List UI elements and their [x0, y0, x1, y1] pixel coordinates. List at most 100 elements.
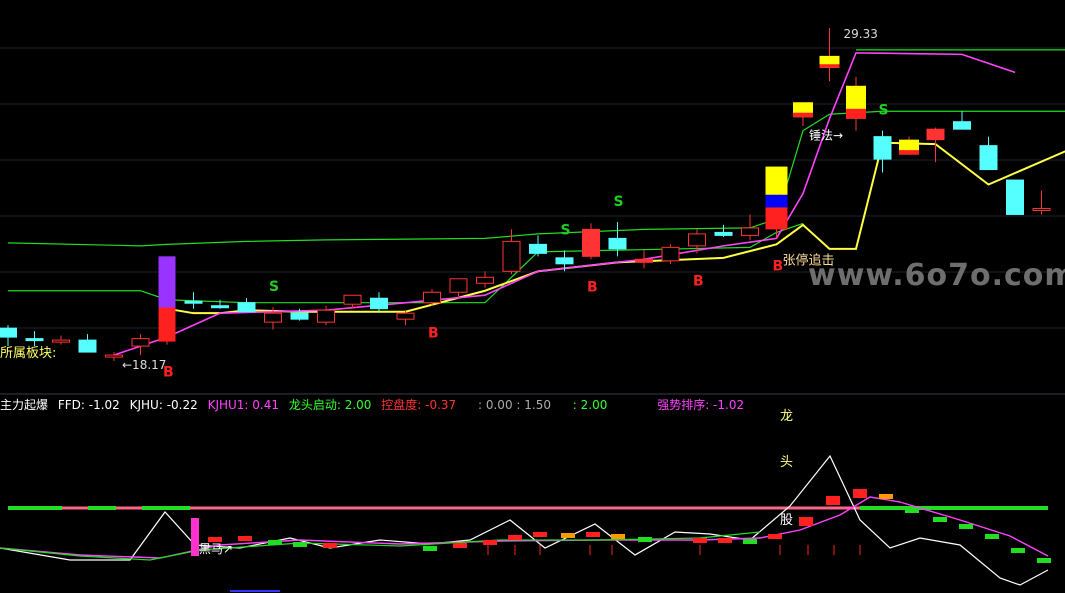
oscillator-bar [453, 543, 467, 548]
low-price-label: ←18.17 [122, 358, 166, 372]
oscillator-bar [268, 540, 282, 545]
oscillator-bar [1011, 548, 1025, 553]
sector-label: 所属板块: [0, 346, 57, 361]
candle-body [765, 194, 788, 208]
candle-body [926, 128, 945, 141]
oscillator-bar [905, 508, 919, 513]
oscillator-bar [853, 489, 867, 498]
candle-body [979, 145, 998, 171]
indicator-kjhu: KJHU: -0.22 [129, 398, 198, 412]
candle-body [819, 64, 840, 68]
candle-body [158, 307, 176, 342]
candle-body [25, 338, 44, 342]
oscillator-bar [293, 542, 307, 547]
candle-body [264, 312, 282, 323]
candle-body [765, 207, 788, 230]
oscillator-bar [799, 517, 813, 526]
oscillator-bar [508, 535, 522, 540]
oscillator-bar [586, 532, 600, 537]
oscillator-bar [826, 496, 840, 505]
indicator-qiangshi: 强势排序: -1.02 [657, 398, 745, 412]
oscillator-bar [638, 537, 652, 542]
candle-body [317, 309, 335, 323]
candle-body [529, 243, 547, 254]
oscillator-bar [611, 534, 625, 539]
chuifa-label: 锤法→ [809, 128, 843, 143]
longtou-char: 龙 [780, 409, 793, 424]
candle-body [502, 240, 521, 272]
heima-label: 黑马↗ [199, 542, 233, 556]
indicator-kjhu1: KJHU1: 0.41 [207, 398, 280, 412]
oscillator-bar [533, 532, 547, 537]
buy-marker: B [428, 326, 439, 342]
candle-body [1032, 207, 1051, 211]
level-line-upper [7, 110, 1065, 247]
oscillator-bar [985, 534, 999, 539]
oscillator-bar [423, 546, 437, 551]
oscillator-bar [743, 539, 757, 544]
candle-body [873, 136, 892, 160]
oscillator-bar [959, 524, 973, 529]
buy-marker: B [587, 279, 598, 295]
candle-body [184, 300, 203, 304]
oscillator-bar [561, 533, 575, 538]
oscillator-bar [693, 538, 707, 543]
longtou-char: 股 [780, 513, 793, 528]
candle-body [846, 108, 866, 119]
candle-body [555, 257, 574, 265]
candle-body [131, 338, 150, 347]
high-price-label: 29.33 [844, 27, 878, 41]
sell-marker: S [879, 103, 889, 119]
candle-body [661, 246, 680, 262]
sell-marker: S [269, 279, 279, 295]
oscillator-bar [933, 517, 947, 522]
candle-body [105, 354, 123, 358]
indicator-kongpan: 控盘度: -0.37 [381, 398, 457, 412]
candle-body [290, 312, 309, 320]
candle-body [608, 237, 627, 250]
candle-body [953, 121, 971, 130]
sell-marker: S [561, 222, 571, 238]
candle-body [714, 231, 733, 236]
candle-body [635, 258, 653, 263]
candle-body [0, 327, 17, 338]
candle-body [1006, 179, 1024, 215]
level-line-lower [8, 222, 804, 304]
candle-body [211, 305, 229, 309]
candle-body [237, 302, 256, 313]
candle-body [688, 233, 706, 247]
oscillator-bar [483, 540, 497, 545]
oscillator-bar [718, 538, 732, 543]
candle-body [741, 227, 759, 236]
candle-body [78, 339, 97, 353]
oscillator-white [0, 454, 1049, 586]
indicator-extra1: : 0.00 : 1.50 [478, 398, 551, 412]
longtou-char: 头 [780, 455, 793, 470]
oscillator-bar [1037, 558, 1051, 563]
candle-body [582, 228, 600, 257]
heima-bar [191, 518, 199, 556]
candle-body [449, 278, 468, 293]
candle-body [158, 256, 176, 308]
indicator-name: 主力起爆 [0, 398, 49, 412]
candle-body [396, 312, 415, 320]
oscillator-bar [238, 536, 252, 541]
sell-marker: S [614, 194, 624, 210]
candle-body [476, 276, 494, 284]
chart-canvas: BBB BBSSSS29.33←18.17张停追击锤法→黑马↗龙头股 [0, 27, 1065, 592]
oscillator-bar [323, 543, 337, 548]
candle-body [343, 294, 362, 305]
oscillator-bar [879, 494, 893, 499]
buy-marker: B [693, 273, 704, 289]
stock-chart-window: B B B B B S S S S 29.33 ←18.17 张停追击 锤法→ 黑马↗ 龙头股 所属板块: … [0, 0, 1065, 593]
indicator-ffd: FFD: -1.02 [57, 398, 120, 412]
indicator-bar: 主力起爆 FFD: -1.02 KJHU: -0.22 KJHU1: 0.41 … [0, 396, 750, 413]
candle-body [793, 112, 813, 118]
candle-body [370, 297, 388, 310]
candle-body [899, 150, 919, 155]
candle-body [423, 291, 441, 304]
watermark: www.6o7o.com [808, 258, 1065, 293]
indicator-longtou: 龙头启动: 2.00 [288, 398, 372, 412]
candle-body [765, 166, 788, 195]
oscillator-bar [768, 534, 782, 539]
